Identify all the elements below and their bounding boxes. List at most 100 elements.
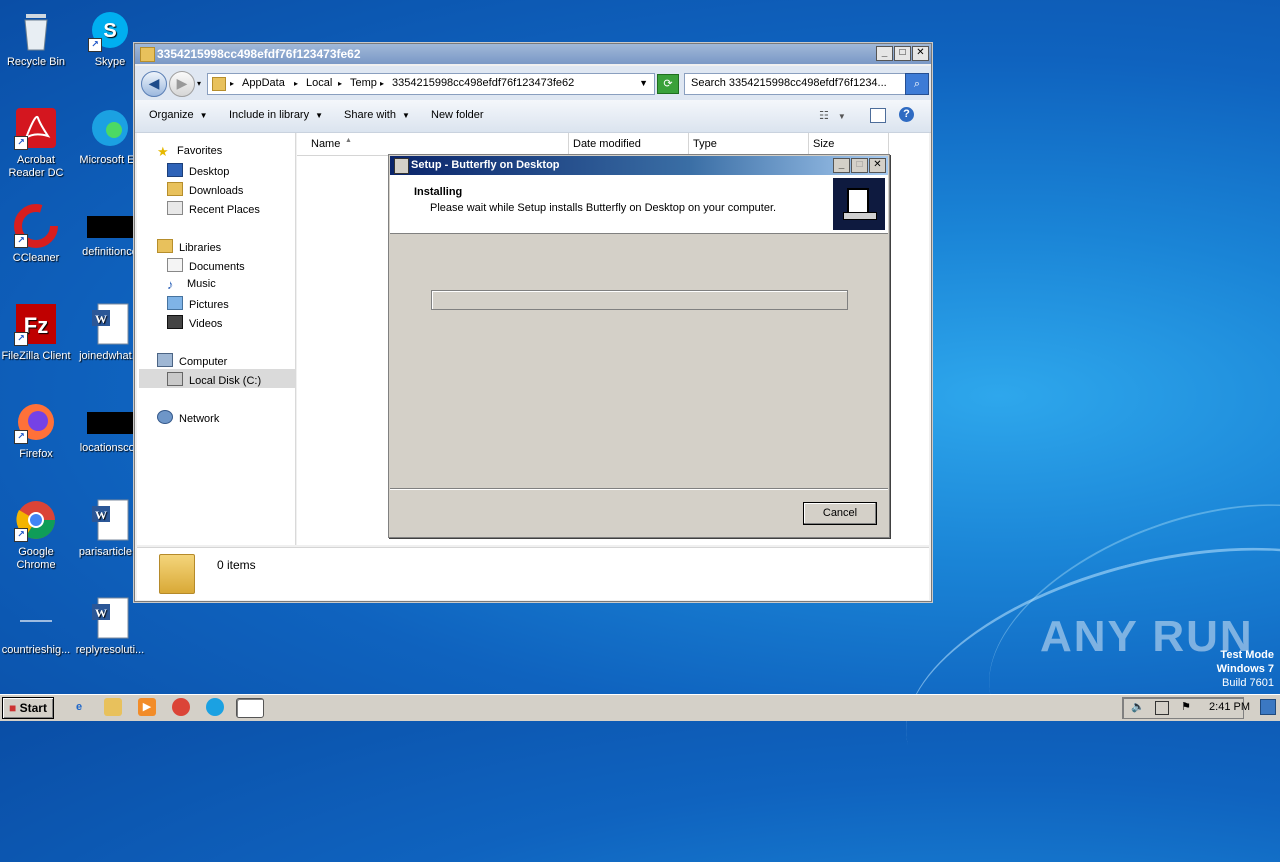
sort-ascending-icon: ▲ (345, 137, 352, 144)
nav-network[interactable]: Network (157, 410, 219, 425)
address-dropdown-icon[interactable]: ▼ (639, 78, 648, 88)
share-with-button[interactable]: Share with ▼ (344, 109, 410, 121)
setup-subheading: Please wait while Setup installs Butterf… (430, 202, 777, 214)
new-folder-button[interactable]: New folder (431, 109, 484, 121)
setup-dialog[interactable]: Setup - Butterfly on Desktop _ □ ✕ Insta… (388, 154, 890, 538)
folder-icon (140, 47, 155, 62)
command-bar: Organize ▼ Include in library ▼ Share with… (135, 100, 931, 133)
nav-favorites[interactable]: ★ Favorites (157, 144, 222, 159)
column-header-size[interactable]: Size (809, 133, 889, 156)
file-thumbnail-icon (87, 412, 133, 434)
clock[interactable]: 2:41 PM (1209, 701, 1250, 713)
chevron-right-icon[interactable]: ▸ (230, 79, 234, 88)
edge-taskbar-icon[interactable] (206, 698, 224, 716)
desktop-icon-acrobat[interactable]: ↗ Acrobat Reader DC (0, 106, 72, 180)
breadcrumb-folder[interactable]: 3354215998cc498efdf76f123473fe62 (392, 77, 574, 89)
recent-pages-chevron-icon[interactable]: ▾ (197, 79, 201, 88)
desktop-icon-chrome[interactable]: ↗ Google Chrome (0, 498, 72, 572)
chevron-right-icon[interactable]: ▸ (294, 79, 298, 88)
desktop-icon-label: FileZilla Client (1, 350, 71, 362)
organize-button[interactable]: Organize ▼ (149, 109, 208, 121)
drive-icon (167, 372, 183, 386)
start-button[interactable]: ■ Start (2, 697, 54, 719)
nav-computer[interactable]: Computer (157, 353, 227, 368)
desktop-icon-label: replyresoluti... (75, 644, 145, 656)
explorer-taskbar-icon[interactable] (104, 698, 122, 716)
shortcut-arrow-icon: ↗ (14, 430, 28, 444)
setup-header: Installing Please wait while Setup insta… (390, 175, 888, 234)
setup-heading: Installing (414, 186, 463, 198)
nav-libraries[interactable]: Libraries (157, 239, 221, 254)
chevron-right-icon[interactable]: ▸ (338, 79, 342, 88)
address-row: ◀ ▶ ▾ ▸ AppData ▸ Local ▸ Temp ▸ 3354215… (135, 66, 931, 100)
view-options-icon[interactable]: ☷ ▼ (819, 109, 846, 122)
maximize-button[interactable]: □ (851, 158, 868, 173)
back-button[interactable]: ◀ (141, 71, 167, 97)
show-desktop-icon[interactable] (1260, 699, 1276, 715)
nav-music[interactable]: ♪ Music (167, 277, 216, 292)
minimize-button[interactable]: _ (876, 46, 893, 61)
divider (390, 488, 888, 490)
network-icon (157, 410, 173, 424)
minimize-button[interactable]: _ (833, 158, 850, 173)
nav-pictures[interactable]: Pictures (167, 296, 229, 311)
search-input[interactable]: Search 3354215998cc498efdf76f1234... ⌕ (684, 73, 929, 95)
star-icon: ★ (157, 144, 169, 159)
preview-pane-icon[interactable] (870, 108, 886, 123)
desktop-icon-replyresoluti[interactable]: W replyresoluti... (74, 596, 146, 657)
svg-text:W: W (95, 508, 107, 522)
nav-documents[interactable]: Documents (167, 258, 245, 273)
desktop-icon-recycle-bin[interactable]: Recycle Bin (0, 8, 72, 69)
svg-text:S: S (103, 20, 116, 42)
desktop-icon-label: Firefox (19, 448, 53, 460)
column-header-date[interactable]: Date modified (569, 133, 689, 156)
recent-places-icon (167, 201, 183, 215)
cancel-button[interactable]: Cancel (803, 502, 877, 525)
desktop-icon-label: Acrobat Reader DC (8, 154, 64, 179)
nav-desktop[interactable]: Desktop (167, 163, 229, 178)
media-player-icon[interactable]: ▶ (138, 698, 156, 716)
window-title: 3354215998cc498efdf76f123473fe62 (157, 47, 361, 61)
nav-downloads[interactable]: Downloads (167, 182, 243, 197)
explorer-titlebar[interactable]: 3354215998cc498efdf76f123473fe62 _ □ ✕ (135, 44, 931, 64)
chrome-icon: ↗ (14, 498, 58, 542)
chevron-right-icon[interactable]: ▸ (380, 79, 384, 88)
desktop-icon-ccleaner[interactable]: ↗ CCleaner (0, 204, 72, 265)
word-document-icon: W (88, 596, 132, 640)
libraries-icon (157, 239, 173, 253)
help-icon[interactable]: ? (899, 107, 914, 122)
setup-taskbar-icon[interactable] (236, 698, 264, 718)
svg-text:W: W (95, 606, 107, 620)
nav-videos[interactable]: Videos (167, 315, 222, 330)
breadcrumb-appdata[interactable]: AppData (242, 77, 285, 89)
setup-computer-icon (833, 178, 885, 230)
close-button[interactable]: ✕ (912, 46, 929, 61)
close-button[interactable]: ✕ (869, 158, 886, 173)
chrome-taskbar-icon[interactable] (172, 698, 190, 716)
breadcrumb-local[interactable]: Local (306, 77, 332, 89)
ccleaner-icon: ↗ (14, 204, 58, 248)
address-bar[interactable]: ▸ AppData ▸ Local ▸ Temp ▸ 3354215998cc4… (207, 73, 655, 95)
desktop-icon-firefox[interactable]: ↗ Firefox (0, 400, 72, 461)
setup-app-icon (394, 158, 409, 174)
desktop-icon-countrieshig[interactable]: countrieshig... (0, 596, 72, 657)
breadcrumb-temp[interactable]: Temp (350, 77, 377, 89)
details-pane: 0 items (137, 547, 929, 600)
network-tray-icon[interactable] (1155, 701, 1169, 715)
folder-icon (159, 554, 195, 594)
nav-local-disk[interactable]: Local Disk (C:) (167, 372, 261, 387)
volume-icon[interactable]: 🔈 (1131, 700, 1145, 713)
column-header-type[interactable]: Type (689, 133, 809, 156)
flag-icon[interactable]: ⚑ (1181, 700, 1191, 713)
maximize-button[interactable]: □ (894, 46, 911, 61)
refresh-icon[interactable]: ⟳ (657, 74, 679, 94)
search-icon[interactable]: ⌕ (905, 73, 929, 95)
nav-recent-places[interactable]: Recent Places (167, 201, 260, 216)
desktop-icon-filezilla[interactable]: Fz ↗ FileZilla Client (0, 302, 72, 363)
ie-icon[interactable]: e (70, 698, 88, 716)
setup-titlebar[interactable]: Setup - Butterfly on Desktop _ □ ✕ (390, 156, 888, 175)
column-header-name[interactable]: Name ▲ (297, 133, 569, 156)
taskbar: ■ Start e ▶ 🔈 ⚑ 2:41 PM (0, 694, 1280, 721)
include-in-library-button[interactable]: Include in library ▼ (229, 109, 323, 121)
forward-button[interactable]: ▶ (169, 71, 195, 97)
